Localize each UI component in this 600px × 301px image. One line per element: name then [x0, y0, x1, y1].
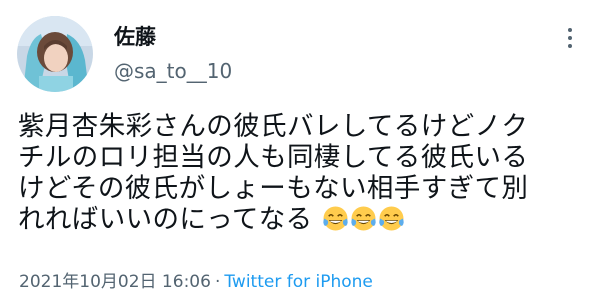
tweet-timestamp[interactable]: 2021年10月02日 16:06	[19, 272, 211, 292]
author-display-name[interactable]: 佐藤	[114, 24, 156, 50]
tweet-line-last: れればいいのにってなる	[18, 204, 588, 235]
author-handle: @sa_to__10	[114, 59, 233, 83]
tweet-line: チルのロリ担当の人も同棲してる彼氏いる	[18, 142, 529, 173]
tweet-text: 紫月杏朱彩さんの彼氏バレしてるけどノク チルのロリ担当の人も同棲してる彼氏いる …	[18, 111, 588, 235]
face-with-tears-of-joy-icon	[379, 206, 405, 231]
tweet-source-link[interactable]: Twitter for iPhone	[224, 272, 373, 292]
avatar-photo	[17, 16, 93, 92]
tweet-line: けどその彼氏がしょーもない相手すぎて別	[18, 173, 529, 204]
avatar[interactable]	[17, 16, 93, 92]
more-options-button[interactable]	[560, 26, 580, 52]
tears-of-joy-emoji-group	[313, 204, 406, 235]
meta-separator: ·	[214, 272, 221, 292]
more-vertical-dots-icon	[568, 28, 572, 48]
face-with-tears-of-joy-icon	[351, 206, 377, 231]
tweet-meta: 2021年10月02日 16:06 · Twitter for iPhone	[19, 271, 373, 293]
face-with-tears-of-joy-icon	[323, 206, 349, 231]
tweet-line-text: れればいいのにってなる	[18, 204, 313, 235]
tweet-line: 紫月杏朱彩さんの彼氏バレしてるけどノク	[18, 111, 529, 142]
